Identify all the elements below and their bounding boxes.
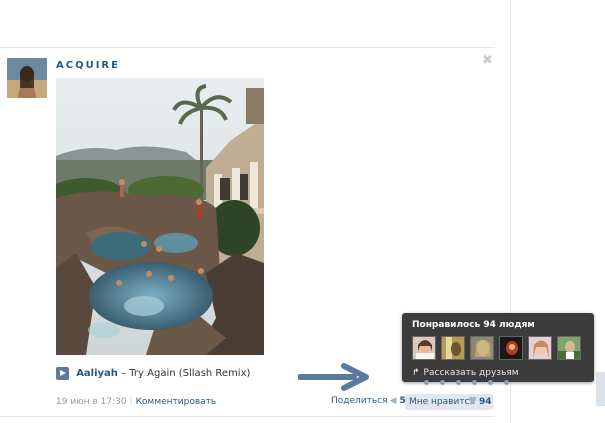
author-name[interactable]: ACQUIRE [56,60,120,71]
connector-dot [424,380,429,385]
tell-friends-button[interactable]: ↱ Рассказать друзьям [412,368,519,378]
play-icon[interactable] [56,367,69,380]
like-label: Мне нравится [409,397,475,407]
audio-dash: – [121,368,127,379]
share-label: Поделиться [331,396,388,406]
post-date[interactable]: 19 июн в 17:30 [56,397,127,407]
liker-avatar[interactable] [557,336,581,360]
like-button[interactable]: Мне нравится ♥ 94 [405,394,493,410]
connector-dot [440,380,445,385]
arrow-icon [297,362,372,392]
post-bottom-divider [0,416,495,417]
share-arrow-icon: ↱ [412,368,420,378]
connector-dot [456,380,461,385]
audio-artist[interactable]: Aaliyah [76,368,118,379]
liker-avatar[interactable] [470,336,494,360]
post-photo[interactable] [56,78,264,355]
audio-attachment: Aaliyah – Try Again (Sllash Remix) [56,367,250,383]
author-avatar[interactable] [7,58,47,98]
connector-dot [504,380,509,385]
liker-avatar[interactable] [499,336,523,360]
tell-friends-label: Рассказать друзьям [423,368,519,378]
like-count: 94 [479,397,492,407]
likes-popup: Понравилось 94 людям ↱ Рассказать друзьям [402,313,594,382]
liker-avatar[interactable] [528,336,552,360]
likes-popup-title[interactable]: Понравилось 94 людям [412,320,535,330]
megaphone-icon: ◀ [389,396,397,406]
post-meta: 19 июн в 17:30 | Комментировать [56,397,216,407]
heart-icon: ♥ [468,396,477,407]
liker-avatar[interactable] [441,336,465,360]
side-scroll-tab[interactable] [596,372,605,406]
post-top-divider [0,47,495,48]
meta-separator: | [129,397,133,407]
share-button[interactable]: Поделиться ◀ 5 [331,396,406,406]
comment-link[interactable]: Комментировать [136,397,217,407]
close-icon[interactable]: ✖ [482,54,493,68]
connector-dot [488,380,493,385]
connector-dot [472,380,477,385]
liker-avatar[interactable] [412,336,436,360]
audio-title: Try Again (Sllash Remix) [129,368,251,379]
